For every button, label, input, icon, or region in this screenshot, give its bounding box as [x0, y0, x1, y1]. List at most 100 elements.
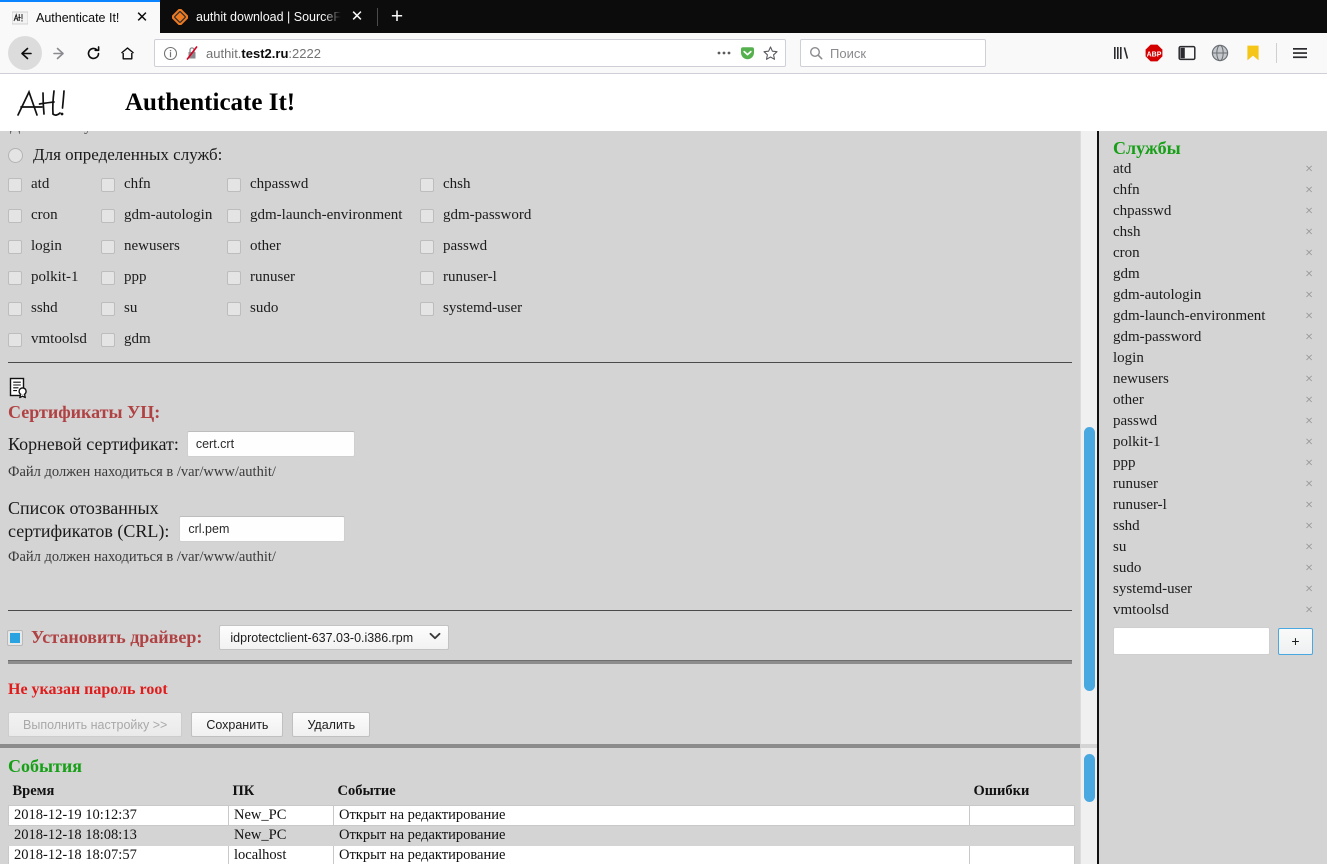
root-certificate-input[interactable]: cert.crt [186, 431, 355, 457]
remove-icon[interactable]: × [1305, 246, 1313, 262]
bookmark-star-icon[interactable] [762, 45, 779, 62]
service-checkbox-runuser-l[interactable]: runuser-l [420, 269, 1072, 286]
form-panel-scrollbar[interactable] [1080, 131, 1097, 744]
checkbox-icon[interactable] [101, 332, 115, 347]
remove-icon[interactable]: × [1305, 204, 1313, 220]
address-bar[interactable]: authit.test2.ru:2222 [154, 39, 786, 67]
service-checkbox-vmtoolsd[interactable]: vmtoolsd [8, 331, 101, 348]
sidebar-item-chsh[interactable]: chsh × [1113, 222, 1313, 243]
remove-icon[interactable]: × [1305, 498, 1313, 514]
sidebar-item-sudo[interactable]: sudo × [1113, 558, 1313, 579]
scrollbar-thumb[interactable] [1084, 754, 1095, 802]
service-checkbox-gdm-launch-environment[interactable]: gdm-launch-environment [227, 207, 420, 224]
service-checkbox-chsh[interactable]: chsh [420, 176, 1072, 193]
remove-icon[interactable]: × [1305, 225, 1313, 241]
checkbox-icon[interactable] [8, 332, 22, 347]
radio-icon[interactable] [8, 147, 23, 163]
checkbox-icon[interactable] [101, 270, 115, 285]
sidebar-item-gdm-password[interactable]: gdm-password × [1113, 327, 1313, 348]
remove-icon[interactable]: × [1305, 603, 1313, 619]
remove-icon[interactable]: × [1305, 309, 1313, 325]
checkbox-icon[interactable] [8, 208, 22, 223]
adblock-plus-icon[interactable]: ABP [1139, 38, 1169, 68]
checkbox-icon[interactable] [227, 239, 241, 254]
remove-icon[interactable]: × [1305, 519, 1313, 535]
sidebar-item-polkit-1[interactable]: polkit-1 × [1113, 432, 1313, 453]
add-service-input[interactable] [1113, 627, 1270, 655]
home-button[interactable] [110, 36, 144, 70]
sidebar-item-runuser-l[interactable]: runuser-l × [1113, 495, 1313, 516]
sidebar-item-other[interactable]: other × [1113, 390, 1313, 411]
remove-icon[interactable]: × [1305, 288, 1313, 304]
service-checkbox-gdm[interactable]: gdm [101, 331, 227, 348]
checkbox-icon[interactable] [420, 177, 434, 192]
sidebar-item-gdm[interactable]: gdm × [1113, 264, 1313, 285]
service-checkbox-sudo[interactable]: sudo [227, 300, 420, 317]
sidebar-item-vmtoolsd[interactable]: vmtoolsd × [1113, 600, 1313, 621]
sidebar-item-newusers[interactable]: newusers × [1113, 369, 1313, 390]
remove-icon[interactable]: × [1305, 582, 1313, 598]
checkbox-icon[interactable] [8, 177, 22, 192]
service-checkbox-chpasswd[interactable]: chpasswd [227, 176, 420, 193]
remove-icon[interactable]: × [1305, 561, 1313, 577]
service-checkbox-other[interactable]: other [227, 238, 420, 255]
remove-icon[interactable]: × [1305, 435, 1313, 451]
sidebar-item-atd[interactable]: atd × [1113, 159, 1313, 180]
checkbox-icon[interactable] [420, 208, 434, 223]
service-checkbox-sshd[interactable]: sshd [8, 300, 101, 317]
remove-icon[interactable]: × [1305, 162, 1313, 178]
checkbox-icon[interactable] [420, 239, 434, 254]
remove-icon[interactable]: × [1305, 456, 1313, 472]
forward-button[interactable] [42, 36, 76, 70]
sidebar-item-su[interactable]: su × [1113, 537, 1313, 558]
service-checkbox-systemd-user[interactable]: systemd-user [420, 300, 1072, 317]
new-tab-button[interactable]: + [380, 0, 414, 33]
back-button[interactable] [8, 36, 42, 70]
scrollbar-thumb[interactable] [1084, 427, 1095, 691]
search-bar[interactable]: Поиск [800, 39, 986, 67]
crl-input[interactable]: crl.pem [179, 516, 346, 542]
checkbox-icon[interactable] [8, 270, 22, 285]
reload-button[interactable] [76, 36, 110, 70]
service-checkbox-login[interactable]: login [8, 238, 101, 255]
radio-specific-services[interactable]: Для определенных служб: [8, 141, 1072, 165]
sidebar-item-systemd-user[interactable]: systemd-user × [1113, 579, 1313, 600]
remove-icon[interactable]: × [1305, 351, 1313, 367]
table-row[interactable]: 2018-12-18 18:08:13 New_PC Открыт на ред… [8, 825, 1075, 846]
checkbox-icon[interactable] [420, 270, 434, 285]
sidebar-item-ppp[interactable]: ppp × [1113, 453, 1313, 474]
checkbox-icon[interactable] [227, 270, 241, 285]
driver-select[interactable]: idprotectclient-637.03-0.i386.rpm [219, 625, 450, 650]
sidebar-item-gdm-autologin[interactable]: gdm-autologin × [1113, 285, 1313, 306]
sidebar-item-cron[interactable]: cron × [1113, 243, 1313, 264]
tab-authit-download[interactable]: authit download | SourceForge ✕ [160, 0, 375, 33]
service-checkbox-ppp[interactable]: ppp [101, 269, 227, 286]
tab-authenticate-it[interactable]: Authenticate It! ✕ [0, 0, 160, 33]
sidebar-item-login[interactable]: login × [1113, 348, 1313, 369]
close-icon[interactable]: ✕ [349, 9, 365, 25]
page-actions-icon[interactable] [715, 45, 733, 61]
checkbox-icon[interactable] [227, 177, 241, 192]
page-info-icon[interactable] [163, 46, 178, 61]
pocket-icon[interactable] [739, 45, 756, 62]
checkbox-icon[interactable] [227, 301, 241, 316]
sidebar-item-passwd[interactable]: passwd × [1113, 411, 1313, 432]
checkbox-icon[interactable] [8, 239, 22, 254]
service-checkbox-passwd[interactable]: passwd [420, 238, 1072, 255]
remove-icon[interactable]: × [1305, 183, 1313, 199]
service-checkbox-runuser[interactable]: runuser [227, 269, 420, 286]
remove-icon[interactable]: × [1305, 372, 1313, 388]
library-icon[interactable] [1106, 38, 1136, 68]
sidebar-item-chpasswd[interactable]: chpasswd × [1113, 201, 1313, 222]
checkbox-icon[interactable] [101, 177, 115, 192]
bookmark-icon[interactable] [1238, 38, 1268, 68]
apply-settings-button[interactable]: Выполнить настройку >> [8, 712, 183, 737]
remove-icon[interactable]: × [1305, 414, 1313, 430]
service-checkbox-polkit-1[interactable]: polkit-1 [8, 269, 101, 286]
delete-button[interactable]: Удалить [292, 712, 371, 737]
globe-icon[interactable] [1205, 38, 1235, 68]
service-checkbox-chfn[interactable]: chfn [101, 176, 227, 193]
checkbox-icon[interactable] [101, 301, 115, 316]
hamburger-menu-icon[interactable] [1285, 38, 1315, 68]
remove-icon[interactable]: × [1305, 540, 1313, 556]
